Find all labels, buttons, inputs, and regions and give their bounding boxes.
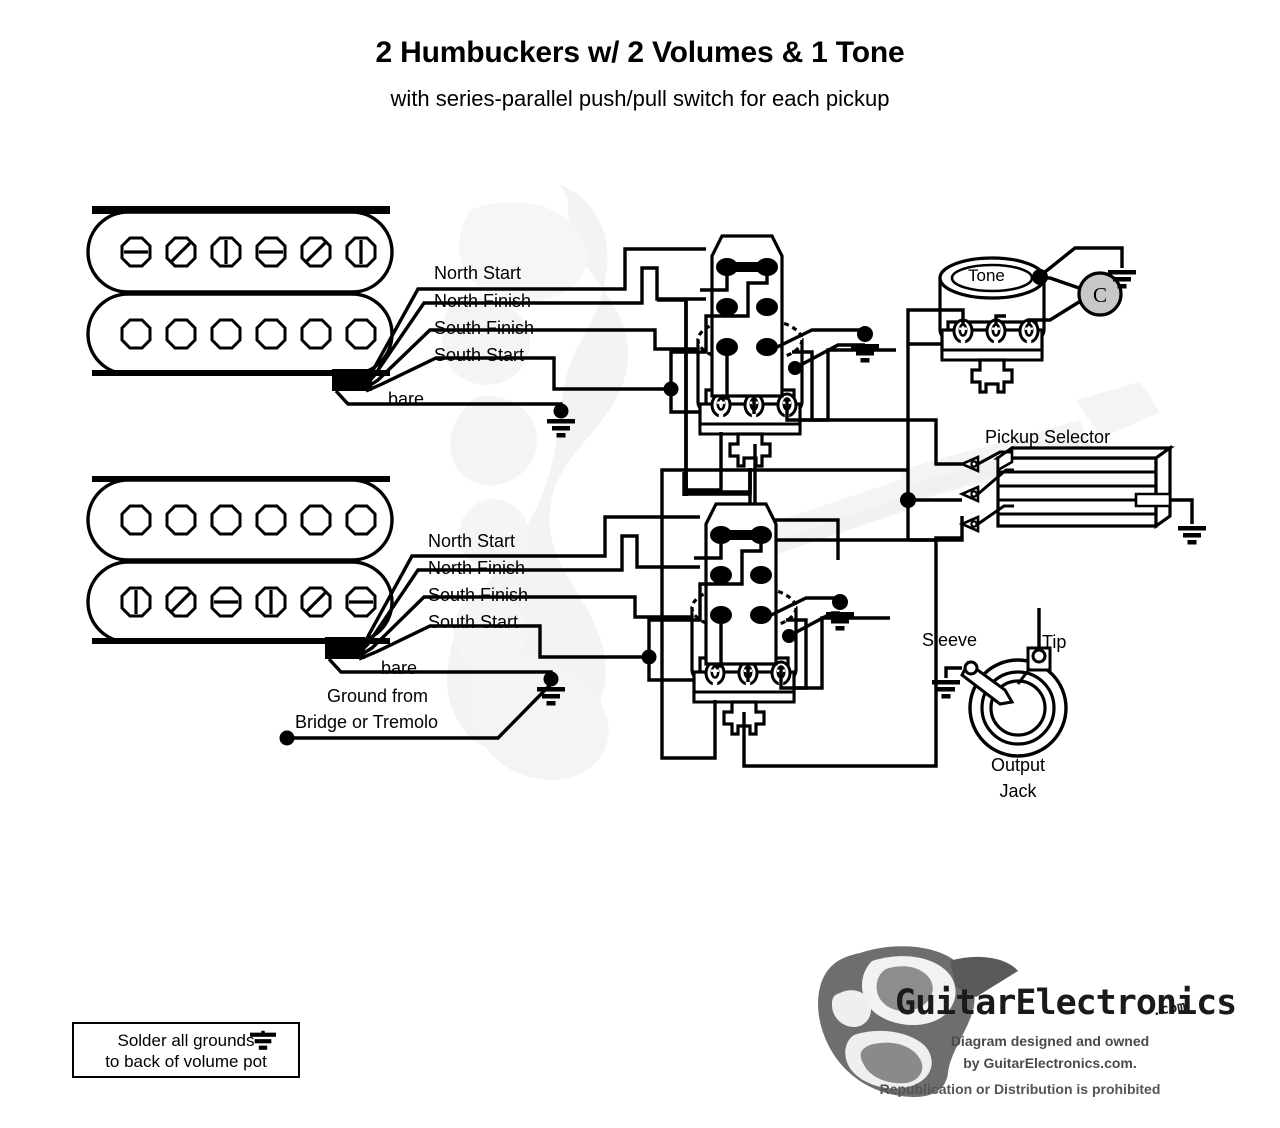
ground-symbol	[851, 344, 879, 363]
page-subtitle: with series-parallel push/pull switch fo…	[390, 86, 890, 111]
logo-credit-line2: by GuitarElectronics.com.	[963, 1055, 1137, 1071]
brand-logo: GuitarElectronics .com Diagram designed …	[800, 935, 1240, 1100]
bridge-wire-label-north-finish: North Finish	[428, 558, 526, 578]
logo-copyright-line: Republication or Distribution is prohibi…	[879, 1081, 1161, 1097]
ground-symbol	[826, 612, 854, 631]
neck-wire-label-north-finish: North Finish	[434, 291, 532, 311]
ground-source-line2: Bridge or Tremolo	[295, 712, 439, 732]
bridge-wire-label-south-finish: South Finish	[428, 585, 529, 605]
logo-credit-line1: Diagram designed and owned	[950, 1033, 1150, 1049]
bridge-pickup-graphic	[86, 476, 394, 659]
neck-wire-label-south-finish: South Finish	[434, 318, 535, 338]
bridge-wire-label-south-start: South Start	[428, 612, 519, 632]
junction-dot	[543, 671, 559, 687]
neck-wire-label-south-start: South Start	[434, 345, 525, 365]
neck-wire-label-north-start: North Start	[434, 263, 522, 283]
page-title: 2 Humbuckers w/ 2 Volumes & 1 Tone	[375, 36, 905, 69]
ground-symbol	[250, 1030, 276, 1050]
solder-note-line2: to back of volume pot	[105, 1052, 267, 1071]
junction-dot	[553, 403, 569, 419]
capacitor-label: C	[1093, 283, 1107, 307]
output-jack-name-line1: Output	[990, 755, 1046, 775]
neck-pot-lug-dot	[788, 361, 802, 375]
pickup-selector-label: Pickup Selector	[985, 427, 1111, 447]
ground-symbol	[1178, 526, 1206, 545]
bridge-wire-label-north-start: North Start	[428, 531, 516, 551]
bridge-wire-label-bare: bare	[381, 658, 418, 678]
bridge-ground-endpoint	[279, 730, 295, 746]
ground-source-line1: Ground from	[327, 686, 429, 706]
solder-note-box: Solder all grounds to back of volume pot	[72, 1022, 300, 1078]
neck-pickup-graphic	[86, 206, 394, 391]
pickup-selector-switch	[960, 444, 1206, 545]
tone-pot-label: Tone	[968, 266, 1005, 285]
junction-dot	[832, 594, 848, 610]
neck-wire-label-bare: bare	[388, 389, 425, 409]
junction-dot	[1032, 269, 1048, 285]
junction-dot	[857, 326, 873, 342]
jack-tip-label: Tip	[1042, 632, 1067, 652]
output-jack-name-line2: Jack	[999, 781, 1037, 801]
diagram-canvas: C 2 Humbuckers w/ 2 Volumes & 1 Tone wit…	[0, 0, 1280, 1128]
neck-volume-pushpull-pot	[696, 234, 804, 468]
bridge-pot-lug-dot	[782, 629, 796, 643]
jack-sleeve-label: Sleeve	[922, 630, 978, 650]
